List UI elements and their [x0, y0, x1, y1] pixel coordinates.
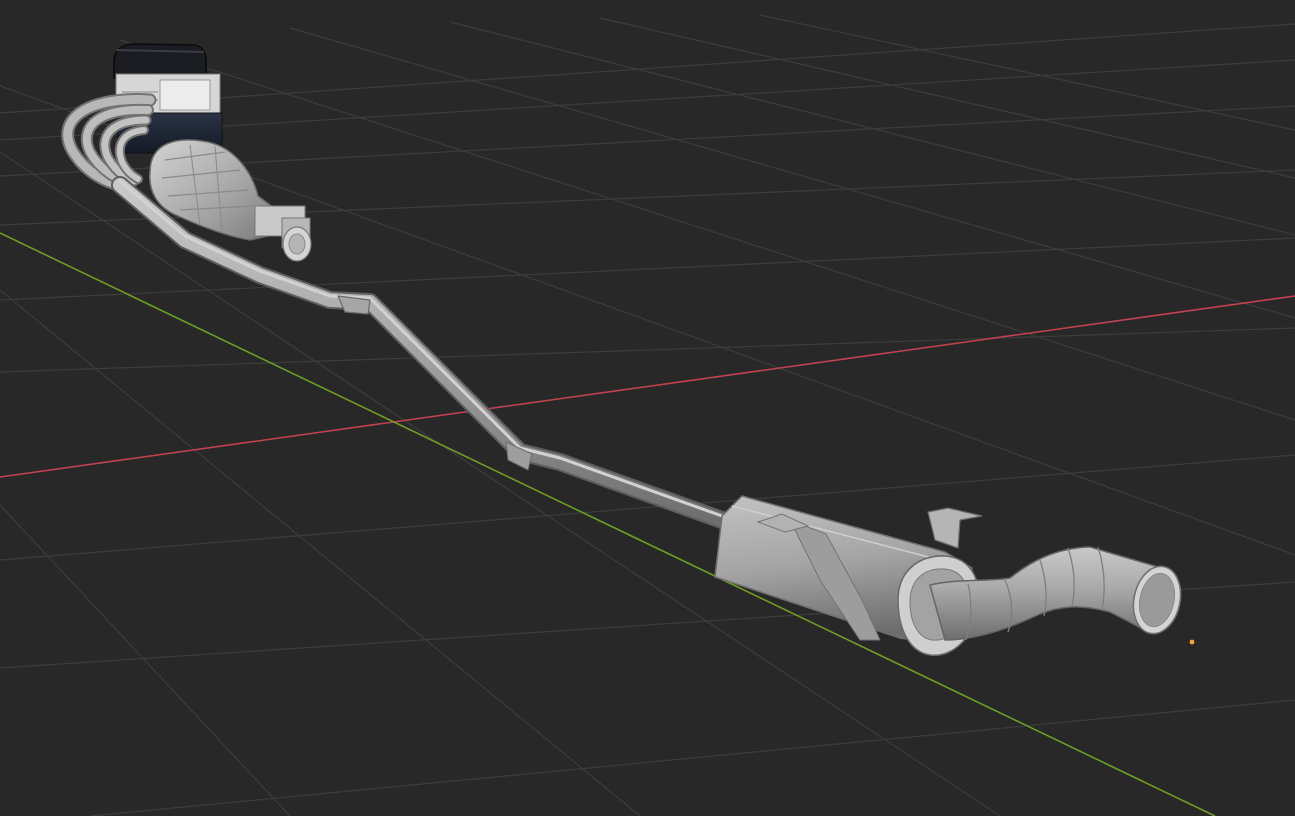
transmission[interactable]: [149, 139, 312, 262]
x-axis-line: [0, 295, 1295, 478]
viewport-canvas[interactable]: [0, 0, 1295, 816]
object-origin-dot[interactable]: [1189, 639, 1195, 645]
y-axis-line: [0, 232, 1216, 816]
tailpipe[interactable]: [929, 546, 1187, 641]
3d-viewport[interactable]: [0, 0, 1295, 816]
